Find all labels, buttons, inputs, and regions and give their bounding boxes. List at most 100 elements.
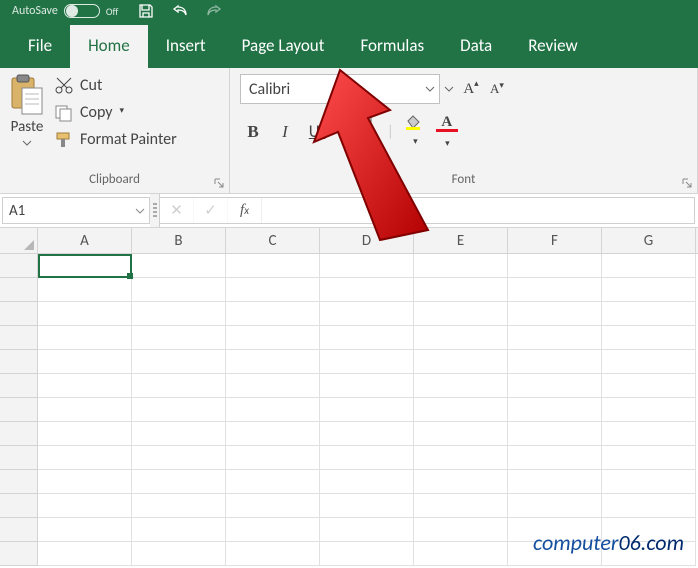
cell[interactable] <box>38 470 132 494</box>
cell[interactable] <box>320 422 414 446</box>
cell[interactable] <box>38 398 132 422</box>
cell[interactable] <box>320 542 414 566</box>
row-header[interactable] <box>0 350 37 374</box>
cell[interactable] <box>602 374 696 398</box>
cell[interactable] <box>320 470 414 494</box>
cell[interactable] <box>414 542 508 566</box>
cell[interactable] <box>602 254 696 278</box>
cell[interactable] <box>132 518 226 542</box>
cell[interactable] <box>132 374 226 398</box>
cell[interactable] <box>38 374 132 398</box>
cell[interactable] <box>320 446 414 470</box>
cell[interactable] <box>508 350 602 374</box>
cell[interactable] <box>132 422 226 446</box>
column-header[interactable]: B <box>132 228 226 253</box>
cell[interactable] <box>602 494 696 518</box>
row-header[interactable] <box>0 542 37 566</box>
cell[interactable] <box>320 254 414 278</box>
tab-data[interactable]: Data <box>442 25 510 68</box>
cell[interactable] <box>132 470 226 494</box>
cell[interactable] <box>414 326 508 350</box>
dialog-launcher-icon[interactable] <box>213 177 225 189</box>
cell[interactable] <box>414 446 508 470</box>
cell[interactable] <box>508 374 602 398</box>
grow-font-button[interactable]: A▴ <box>460 81 482 98</box>
cell[interactable] <box>320 398 414 422</box>
cell[interactable] <box>38 254 132 278</box>
cell[interactable] <box>132 254 226 278</box>
cell[interactable] <box>132 326 226 350</box>
cell[interactable] <box>226 518 320 542</box>
row-header[interactable] <box>0 302 37 326</box>
row-header[interactable] <box>0 374 37 398</box>
shrink-font-button[interactable]: A▾ <box>486 81 508 98</box>
cell[interactable] <box>414 470 508 494</box>
row-header[interactable] <box>0 446 37 470</box>
cell[interactable] <box>320 278 414 302</box>
cell[interactable] <box>602 350 696 374</box>
italic-button[interactable]: I <box>274 122 296 142</box>
cancel-formula-button[interactable]: ✕ <box>160 198 194 223</box>
cell[interactable] <box>602 446 696 470</box>
cell[interactable] <box>602 398 696 422</box>
cell[interactable] <box>132 542 226 566</box>
tab-file[interactable]: File <box>10 25 70 68</box>
column-header[interactable]: G <box>602 228 696 253</box>
bold-button[interactable]: B <box>242 122 264 142</box>
cell[interactable] <box>226 446 320 470</box>
format-painter-button[interactable]: Format Painter <box>54 130 177 149</box>
tab-review[interactable]: Review <box>510 25 595 68</box>
row-header[interactable] <box>0 422 37 446</box>
redo-icon[interactable] <box>206 3 222 19</box>
cell[interactable] <box>414 374 508 398</box>
cell[interactable] <box>38 518 132 542</box>
row-header[interactable] <box>0 470 37 494</box>
column-header[interactable]: A <box>38 228 132 253</box>
cell[interactable] <box>414 398 508 422</box>
cell[interactable] <box>414 518 508 542</box>
cell[interactable] <box>320 518 414 542</box>
column-header[interactable]: D <box>320 228 414 253</box>
cell[interactable] <box>414 350 508 374</box>
cell[interactable] <box>602 422 696 446</box>
cell[interactable] <box>38 542 132 566</box>
row-header[interactable] <box>0 518 37 542</box>
cell[interactable] <box>508 254 602 278</box>
cell[interactable] <box>414 254 508 278</box>
splitter[interactable] <box>150 194 160 227</box>
cell[interactable] <box>226 254 320 278</box>
cell[interactable] <box>226 398 320 422</box>
cell[interactable] <box>508 326 602 350</box>
row-header[interactable] <box>0 254 37 278</box>
row-header[interactable] <box>0 278 37 302</box>
cell[interactable] <box>508 494 602 518</box>
cell[interactable] <box>508 398 602 422</box>
cell[interactable] <box>508 422 602 446</box>
column-header[interactable]: E <box>414 228 508 253</box>
cell[interactable] <box>226 326 320 350</box>
cell[interactable] <box>508 302 602 326</box>
cell[interactable] <box>132 302 226 326</box>
cell[interactable] <box>132 278 226 302</box>
cell[interactable] <box>38 302 132 326</box>
fill-color-button[interactable]: ▾ <box>404 112 426 151</box>
name-box[interactable]: A1 <box>2 197 150 224</box>
undo-icon[interactable] <box>172 3 188 19</box>
cell[interactable] <box>38 422 132 446</box>
cell[interactable] <box>414 278 508 302</box>
cell[interactable] <box>38 494 132 518</box>
select-all-button[interactable] <box>0 228 38 254</box>
borders-button[interactable]: ▾ <box>355 112 377 151</box>
cell[interactable] <box>38 278 132 302</box>
chevron-down-icon[interactable] <box>444 84 454 94</box>
cell[interactable] <box>414 422 508 446</box>
cell[interactable] <box>226 542 320 566</box>
tab-page-layout[interactable]: Page Layout <box>224 25 343 68</box>
cell[interactable] <box>132 398 226 422</box>
cell[interactable] <box>414 302 508 326</box>
copy-button[interactable]: Copy ▾ <box>54 103 177 122</box>
cell[interactable] <box>320 494 414 518</box>
underline-button[interactable]: U▾ <box>306 121 328 142</box>
cell[interactable] <box>226 350 320 374</box>
cell[interactable] <box>602 326 696 350</box>
